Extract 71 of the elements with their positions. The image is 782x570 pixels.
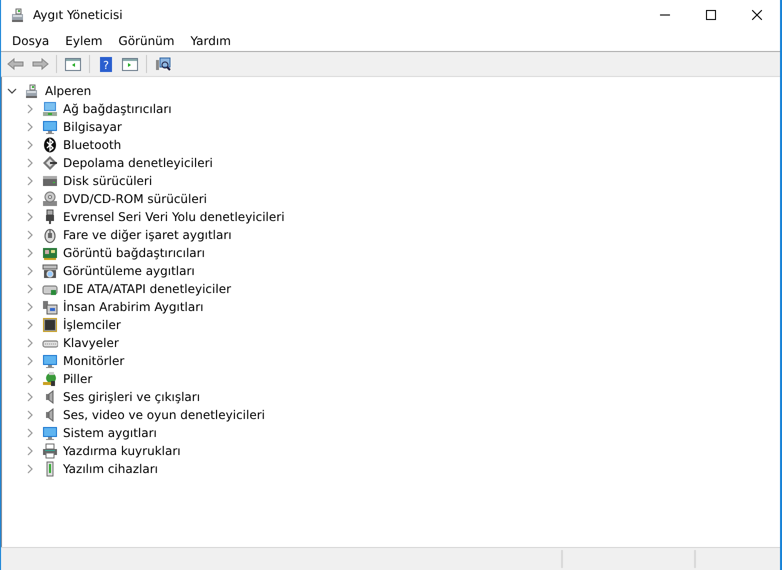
maximize-icon [706, 10, 716, 20]
tree-item[interactable]: Alperen [44, 84, 92, 98]
disk-drive-icon [42, 173, 58, 189]
tree-item[interactable]: Depolama denetleyicileri [62, 156, 214, 170]
tree-item[interactable]: Klavyeler [62, 336, 120, 350]
graphics-card-icon [42, 245, 58, 261]
monitor-icon [42, 425, 58, 441]
expand-chevron-icon[interactable] [25, 356, 35, 366]
menu-item[interactable]: Yardım [182, 32, 239, 50]
menu-item[interactable]: Görünüm [110, 32, 182, 50]
tree-item[interactable]: Ses girişleri ve çıkışları [62, 390, 202, 404]
expand-chevron-icon[interactable] [25, 428, 35, 438]
optical-drive-icon [42, 191, 58, 207]
expand-chevron-icon[interactable] [25, 374, 35, 384]
tree-item[interactable]: Ağ bağdaştırıcıları [62, 102, 173, 116]
tree-item[interactable]: Bilgisayar [62, 120, 123, 134]
expand-chevron-icon[interactable] [25, 410, 35, 420]
tree-item[interactable]: Fare ve diğer işaret aygıtları [62, 228, 233, 242]
window-icon [64, 56, 82, 72]
back-arrow-icon [7, 56, 25, 72]
processor-icon [42, 317, 58, 333]
collapse-chevron-icon[interactable] [7, 86, 17, 96]
camera-icon [42, 263, 58, 279]
expand-chevron-icon[interactable] [25, 446, 35, 456]
close-icon [752, 10, 762, 20]
network-adapter-icon [42, 101, 58, 117]
window-icon [121, 56, 139, 72]
expand-chevron-icon[interactable] [25, 194, 35, 204]
expand-chevron-icon[interactable] [25, 212, 35, 222]
expand-chevron-icon[interactable] [25, 230, 35, 240]
tree-item[interactable]: Disk sürücüleri [62, 174, 154, 188]
tree-item[interactable]: Evrensel Seri Veri Yolu denetleyicileri [62, 210, 286, 224]
storage-controller-icon [42, 155, 58, 171]
expand-chevron-icon[interactable] [25, 464, 35, 474]
expand-chevron-icon[interactable] [25, 284, 35, 294]
expand-chevron-icon[interactable] [25, 320, 35, 330]
expand-chevron-icon[interactable] [25, 392, 35, 402]
window-title: Aygıt Yöneticisi [33, 8, 124, 22]
computer-icon [24, 83, 40, 99]
tree-item[interactable]: Görüntüleme aygıtları [62, 264, 196, 278]
tree-item[interactable]: Yazdırma kuyrukları [62, 444, 182, 458]
tree-item[interactable]: Görüntü bağdaştırıcıları [62, 246, 206, 260]
monitor-magnifier-icon [154, 56, 172, 72]
tree-item[interactable]: DVD/CD-ROM sürücüleri [62, 192, 208, 206]
expand-chevron-icon[interactable] [25, 122, 35, 132]
forward-arrow-icon [31, 56, 49, 72]
tree-item[interactable]: Ses, video ve oyun denetleyicileri [62, 408, 266, 422]
menu-item[interactable]: Dosya [4, 32, 58, 50]
tree-item[interactable]: Yazılım cihazları [62, 462, 159, 476]
expand-chevron-icon[interactable] [25, 338, 35, 348]
tree-item[interactable]: IDE ATA/ATAPI denetleyiciler [62, 282, 232, 296]
tree-item[interactable]: Sistem aygıtları [62, 426, 158, 440]
bluetooth-icon [42, 137, 58, 153]
expand-chevron-icon[interactable] [25, 302, 35, 312]
monitor-icon [42, 353, 58, 369]
expand-chevron-icon[interactable] [25, 176, 35, 186]
mouse-icon [42, 227, 58, 243]
expand-chevron-icon[interactable] [25, 140, 35, 150]
tree-item[interactable]: Bluetooth [62, 138, 122, 152]
computer-icon [10, 7, 26, 23]
tree-item[interactable]: İşlemciler [62, 318, 122, 332]
tree-item[interactable]: Monitörler [62, 354, 126, 368]
expand-chevron-icon[interactable] [25, 266, 35, 276]
tree-item[interactable]: Piller [62, 372, 94, 386]
expand-chevron-icon[interactable] [25, 158, 35, 168]
printer-icon [42, 443, 58, 459]
tree-item[interactable]: İnsan Arabirim Aygıtları [62, 300, 204, 314]
monitor-icon [42, 119, 58, 135]
menu-item[interactable]: Eylem [57, 32, 110, 50]
expand-chevron-icon[interactable] [25, 248, 35, 258]
expand-chevron-icon[interactable] [25, 104, 35, 114]
